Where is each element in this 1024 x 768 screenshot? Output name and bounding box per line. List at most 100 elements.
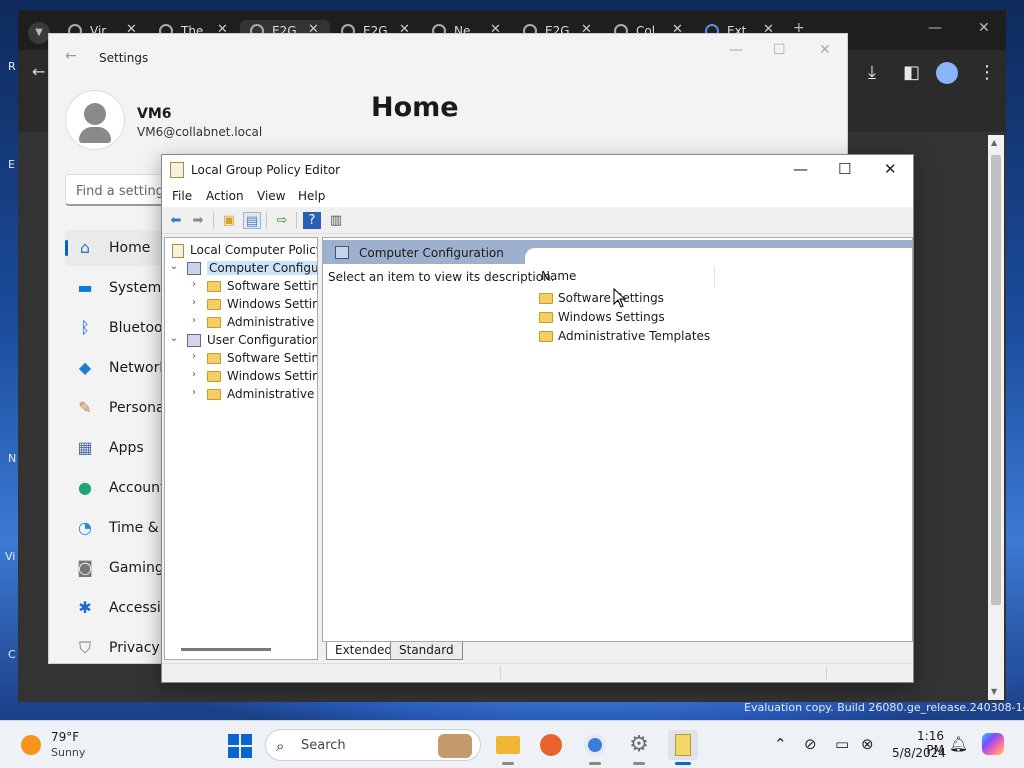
policy-editor-icon xyxy=(170,162,184,178)
home-icon: ⌂ xyxy=(79,238,91,257)
copilot-icon[interactable] xyxy=(982,733,1004,755)
nav-item-apps[interactable]: ▦ Apps xyxy=(65,430,175,466)
desktop-icon-label: N xyxy=(8,452,17,465)
settings-taskbar-button[interactable]: ⚙ xyxy=(624,730,654,765)
shield-icon: ⛉ xyxy=(78,638,91,657)
avatar[interactable] xyxy=(65,90,125,150)
search-icon: ⌕ xyxy=(276,737,285,755)
weather-condition[interactable]: Sunny xyxy=(51,746,85,759)
nav-item-accounts[interactable]: ● Accounts xyxy=(65,470,175,506)
menu-action[interactable]: Action xyxy=(206,189,244,203)
firefox-taskbar-button[interactable] xyxy=(536,730,566,760)
clock-date[interactable]: 5/8/2024 xyxy=(892,746,946,760)
back-arrow-icon[interactable]: ← xyxy=(65,48,77,64)
notepad-taskbar-button[interactable] xyxy=(668,730,698,765)
browser-close-icon[interactable]: ✕ xyxy=(978,20,990,36)
tree-node-computer-configuration[interactable]: ⌄ Computer Configura xyxy=(169,260,317,278)
volume-off-icon[interactable]: ⊗ xyxy=(861,735,874,753)
chevron-right-icon[interactable]: › xyxy=(189,351,199,362)
page-title: Home xyxy=(371,92,459,123)
folder-icon xyxy=(207,317,221,328)
more-menu-icon[interactable]: ⋮ xyxy=(978,62,996,83)
tab-standard[interactable]: Standard xyxy=(390,642,463,660)
folder-icon xyxy=(539,312,553,323)
export-list-icon[interactable]: ⇨ xyxy=(273,212,291,229)
apps-icon: ▦ xyxy=(77,438,93,457)
accessibility-icon: ✱ xyxy=(78,598,92,617)
desktop-icon-label: Vi xyxy=(5,550,16,563)
globe-clock-icon: ◔ xyxy=(78,518,92,537)
scroll-down-icon[interactable]: ▼ xyxy=(991,687,997,696)
view-tabs: Extended Standard xyxy=(322,642,913,660)
up-folder-icon[interactable]: ▣ xyxy=(220,212,238,229)
scroll-up-icon[interactable]: ▲ xyxy=(991,138,997,147)
chrome-taskbar-button[interactable] xyxy=(580,730,610,765)
gpe-menubar: File Action View Help xyxy=(162,185,913,207)
folder-icon xyxy=(496,736,520,754)
chevron-right-icon[interactable]: › xyxy=(189,315,199,326)
back-arrow-icon[interactable]: ← xyxy=(32,62,45,81)
nav-item-bluetooth[interactable]: ᛒ Bluetoot xyxy=(65,310,175,346)
nav-item-personalization[interactable]: ✎ Personali xyxy=(65,390,175,426)
taskbar-search-box[interactable]: ⌕ Search xyxy=(265,729,481,761)
display-icon[interactable]: ▭ xyxy=(835,735,849,753)
maximize-icon[interactable]: ☐ xyxy=(773,42,786,58)
nav-item-network[interactable]: ◆ Network xyxy=(65,350,175,386)
firefox-icon xyxy=(540,734,562,756)
mouse-cursor-icon xyxy=(613,288,627,308)
menu-file[interactable]: File xyxy=(172,189,192,203)
column-header-name[interactable]: Name xyxy=(541,269,576,283)
download-icon[interactable]: ⤓ xyxy=(868,62,876,83)
nav-item-time-language[interactable]: ◔ Time & la xyxy=(65,510,176,546)
help-icon[interactable]: ? xyxy=(303,212,321,229)
nav-item-system[interactable]: ▬ System xyxy=(65,270,175,306)
show-hide-tree-icon[interactable]: ▤ xyxy=(243,212,261,229)
nav-item-gaming[interactable]: ◙ Gaming xyxy=(65,550,175,586)
page-scrollbar[interactable]: ▲ ▼ xyxy=(988,135,1004,700)
bluetooth-icon: ᛒ xyxy=(80,318,90,337)
close-icon[interactable]: ✕ xyxy=(819,42,831,58)
tab-search-button[interactable]: ▼ xyxy=(28,22,50,44)
notepad-icon xyxy=(675,734,691,756)
sun-icon[interactable] xyxy=(21,735,41,755)
tree-horizontal-scrollbar[interactable] xyxy=(181,648,271,651)
nav-item-privacy[interactable]: ⛉ Privacy & xyxy=(65,630,175,666)
browser-minimize-icon[interactable]: — xyxy=(928,20,942,36)
forward-arrow-icon[interactable]: ➡ xyxy=(189,212,207,229)
sidepanel-icon[interactable]: ◧ xyxy=(903,62,920,83)
minimize-icon[interactable]: — xyxy=(729,42,743,58)
user-icon xyxy=(84,103,106,125)
settings-app-title: Settings xyxy=(99,51,149,65)
chevron-down-icon[interactable]: ⌄ xyxy=(169,261,179,272)
gpe-toolbar: ⬅ ➡ ▣ ▤ ⇨ ? ▥ xyxy=(162,208,913,234)
back-arrow-icon[interactable]: ⬅ xyxy=(167,212,185,229)
start-button[interactable] xyxy=(228,734,252,758)
gamepad-icon: ◙ xyxy=(77,558,93,577)
folder-icon xyxy=(539,293,553,304)
chevron-right-icon[interactable]: › xyxy=(189,369,199,380)
chevron-up-icon[interactable]: ⌃ xyxy=(774,735,787,753)
chevron-right-icon[interactable]: › xyxy=(189,279,199,290)
settings-search-input[interactable]: Find a setting xyxy=(65,174,175,206)
profile-avatar-icon[interactable] xyxy=(936,62,958,84)
evaluation-watermark: Evaluation copy. Build 26080.ge_release.… xyxy=(744,701,1024,714)
maximize-icon[interactable]: ☐ xyxy=(838,160,851,178)
nav-item-home[interactable]: ⌂ Home xyxy=(65,230,175,266)
folder-icon xyxy=(207,389,221,400)
close-icon[interactable]: ✕ xyxy=(884,160,897,178)
notification-bell-icon[interactable]: 🔔︎ xyxy=(949,735,968,753)
minimize-icon[interactable]: — xyxy=(793,160,808,178)
menu-view[interactable]: View xyxy=(257,189,285,203)
chevron-right-icon[interactable]: › xyxy=(189,297,199,308)
file-explorer-taskbar-button[interactable] xyxy=(493,730,523,765)
chevron-right-icon[interactable]: › xyxy=(189,387,199,398)
nav-item-accessibility[interactable]: ✱ Accessib xyxy=(65,590,175,626)
weather-temperature[interactable]: 79°F xyxy=(51,730,79,744)
scrollbar-thumb[interactable] xyxy=(991,155,1001,605)
menu-help[interactable]: Help xyxy=(298,189,325,203)
folder-icon xyxy=(207,371,221,382)
properties-icon[interactable]: ▥ xyxy=(327,212,345,229)
network-off-icon[interactable]: ⊘ xyxy=(804,735,817,753)
chevron-down-icon[interactable]: ⌄ xyxy=(169,333,179,344)
folder-icon xyxy=(539,331,553,342)
